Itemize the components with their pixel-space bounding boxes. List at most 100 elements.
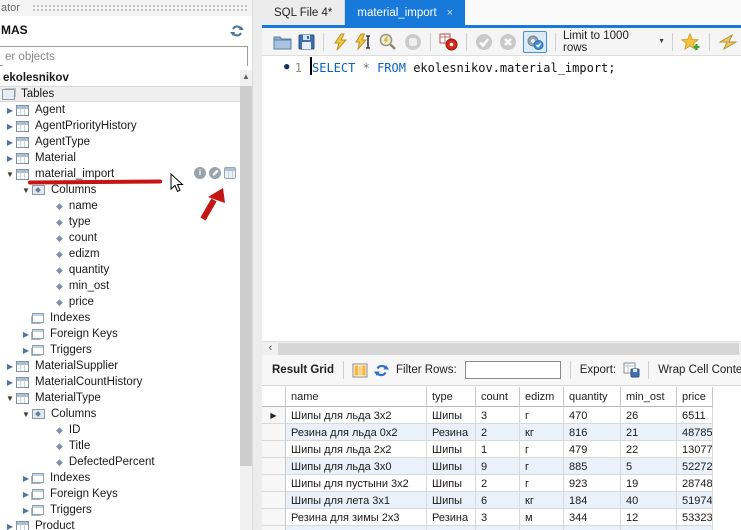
limit-rows-select[interactable]: Limit to 1000 rows ▼ <box>563 30 665 54</box>
row-marker-header[interactable] <box>262 387 286 407</box>
collapsed-arrow-icon[interactable]: ▶ <box>4 106 16 115</box>
collapsed-arrow-icon[interactable]: ▶ <box>20 506 32 515</box>
tree-item-edizm[interactable]: ◆edizm <box>0 246 240 262</box>
tree-item-price[interactable]: ◆price <box>0 294 240 310</box>
cell-type[interactable]: Шипы <box>427 492 476 509</box>
collapsed-arrow-icon[interactable]: ▶ <box>4 522 16 530</box>
tree-item-triggers[interactable]: ▶Triggers <box>0 502 240 518</box>
column-header-quantity[interactable]: quantity <box>564 387 621 407</box>
save-script-button[interactable] <box>298 34 315 50</box>
collapsed-arrow-icon[interactable]: ▶ <box>4 138 16 147</box>
tree-item-agentpriorityhistory[interactable]: ▶AgentPriorityHistory <box>0 118 240 134</box>
refresh-schemas-icon[interactable] <box>230 24 244 38</box>
tree-item-defectedpercent[interactable]: ◆DefectedPercent <box>0 454 240 470</box>
refresh-results-icon[interactable] <box>374 363 389 378</box>
panel-splitter[interactable] <box>252 0 262 530</box>
expanded-arrow-icon[interactable]: ▼ <box>4 394 16 403</box>
expanded-arrow-icon[interactable]: ▼ <box>20 186 32 195</box>
cell-price[interactable]: 28748 <box>677 475 713 492</box>
tree-item-materialtype[interactable]: ▼MaterialType <box>0 390 240 406</box>
cell-min_ost[interactable]: 26 <box>621 407 677 424</box>
table-row[interactable]: Шипы для лета 3x1Шипы6кг1844051974 <box>262 492 741 509</box>
cell-type[interactable]: Шипы <box>427 407 476 424</box>
commit-button[interactable] <box>475 33 493 51</box>
cell-quantity[interactable]: 816 <box>564 424 621 441</box>
cell-min_ost[interactable]: 19 <box>621 475 677 492</box>
cell-quantity[interactable]: 344 <box>564 509 621 526</box>
column-header-price[interactable]: price <box>677 387 713 407</box>
cell-name[interactable]: Шипы для льда 3x0 <box>286 458 427 475</box>
tree-item-columns[interactable]: ▼Columns <box>0 406 240 422</box>
stop-on-error-toggle[interactable] <box>439 33 458 51</box>
tree-item-materialcounthistory[interactable]: ▶MaterialCountHistory <box>0 374 240 390</box>
execute-query-button[interactable] <box>332 33 348 51</box>
cell-type[interactable]: Шипы <box>427 441 476 458</box>
tree-item-agent[interactable]: ▶Agent <box>0 102 240 118</box>
row-marker-cell[interactable] <box>262 424 286 441</box>
table-row[interactable]: Резина для зимы 2x3Резина3м3441253323 <box>262 509 741 526</box>
explain-plan-button[interactable] <box>378 33 398 51</box>
cell-edizm[interactable]: г <box>520 475 564 492</box>
tree-item-foreign-keys[interactable]: ▶Foreign Keys <box>0 486 240 502</box>
table-row[interactable]: Шипы для льда 2x2Шипы1г4792213077 <box>262 441 741 458</box>
cell-count[interactable]: 2 <box>476 475 520 492</box>
cell-edizm[interactable]: кг <box>520 492 564 509</box>
cell-count[interactable]: 6 <box>476 492 520 509</box>
tab-sql-file-4[interactable]: SQL File 4* <box>262 0 345 25</box>
cell-name[interactable]: Шипы для лета 3x1 <box>286 492 427 509</box>
cell-price[interactable]: 48785 <box>677 424 713 441</box>
cell-count[interactable]: 3 <box>476 509 520 526</box>
cell-type[interactable]: Резина <box>427 509 476 526</box>
tree-item-title[interactable]: ◆Title <box>0 438 240 454</box>
tree-item-material[interactable]: ▶Material <box>0 150 240 166</box>
editor-horizontal-scrollbar[interactable]: ‹ <box>262 341 741 355</box>
expanded-arrow-icon[interactable]: ▼ <box>4 170 16 179</box>
tree-item-materialsupplier[interactable]: ▶MaterialSupplier <box>0 358 240 374</box>
cell-quantity[interactable]: 885 <box>564 458 621 475</box>
expanded-arrow-icon[interactable]: ▼ <box>20 410 32 419</box>
cell-edizm[interactable]: кг <box>520 424 564 441</box>
cell-count[interactable]: 9 <box>476 458 520 475</box>
cell-quantity[interactable]: 184 <box>564 492 621 509</box>
tree-item-id[interactable]: ◆ID <box>0 422 240 438</box>
table-row[interactable]: Резина для льда 0x2Резина2кг8162148785 <box>262 424 741 441</box>
column-view-icon[interactable] <box>352 363 368 378</box>
tree-item-quantity[interactable]: ◆quantity <box>0 262 240 278</box>
tree-item-min-ost[interactable]: ◆min_ost <box>0 278 240 294</box>
cell-price[interactable]: 53323 <box>677 509 713 526</box>
cell-name[interactable]: Шипы для льда 3x2 <box>286 407 427 424</box>
save-snippet-button[interactable] <box>681 33 701 51</box>
rollback-button[interactable] <box>499 33 517 51</box>
filter-rows-input[interactable] <box>465 361 561 379</box>
tree-item-triggers[interactable]: ▶Triggers <box>0 342 240 358</box>
cell-quantity[interactable]: 479 <box>564 441 621 458</box>
beautify-script-button[interactable] <box>718 33 738 51</box>
tree-item-foreign-keys[interactable]: ▶Foreign Keys <box>0 326 240 342</box>
navigator-scrollbar[interactable]: ▲ <box>240 70 252 530</box>
cell-name[interactable]: Шипы для пустыни 3x2 <box>286 475 427 492</box>
cell-min_ost[interactable]: 12 <box>621 509 677 526</box>
open-script-button[interactable] <box>273 34 292 50</box>
table-row[interactable]: Шипы для льда 3x0Шипы9г885552272 <box>262 458 741 475</box>
collapsed-arrow-icon[interactable]: ▶ <box>4 122 16 131</box>
column-header-type[interactable]: type <box>427 387 476 407</box>
collapsed-arrow-icon[interactable]: ▶ <box>4 154 16 163</box>
cell-price[interactable]: 6511 <box>677 407 713 424</box>
column-header-count[interactable]: count <box>476 387 520 407</box>
row-marker-cell[interactable] <box>262 475 286 492</box>
tab-close-icon[interactable]: × <box>447 7 453 19</box>
tree-item-agenttype[interactable]: ▶AgentType <box>0 134 240 150</box>
table-edit-icon[interactable] <box>224 167 236 179</box>
table-row[interactable]: ▶Шипы для льда 3x2Шипы3г470266511 <box>262 407 741 424</box>
column-header-name[interactable]: name <box>286 387 427 407</box>
editor-scrollbar-thumb[interactable] <box>278 343 739 355</box>
collapsed-arrow-icon[interactable]: ▶ <box>20 346 32 355</box>
cell-price[interactable]: 13077 <box>677 441 713 458</box>
cell-count[interactable]: 2 <box>476 424 520 441</box>
table-row[interactable]: Шипы для пустыни 3x2Шипы2г9231928748 <box>262 475 741 492</box>
tree-item-count[interactable]: ◆count <box>0 230 240 246</box>
collapsed-arrow-icon[interactable]: ▶ <box>20 330 32 339</box>
collapsed-arrow-icon[interactable]: ▶ <box>20 474 32 483</box>
cell-type[interactable]: Шипы <box>427 458 476 475</box>
scroll-left-icon[interactable]: ‹ <box>264 342 277 355</box>
